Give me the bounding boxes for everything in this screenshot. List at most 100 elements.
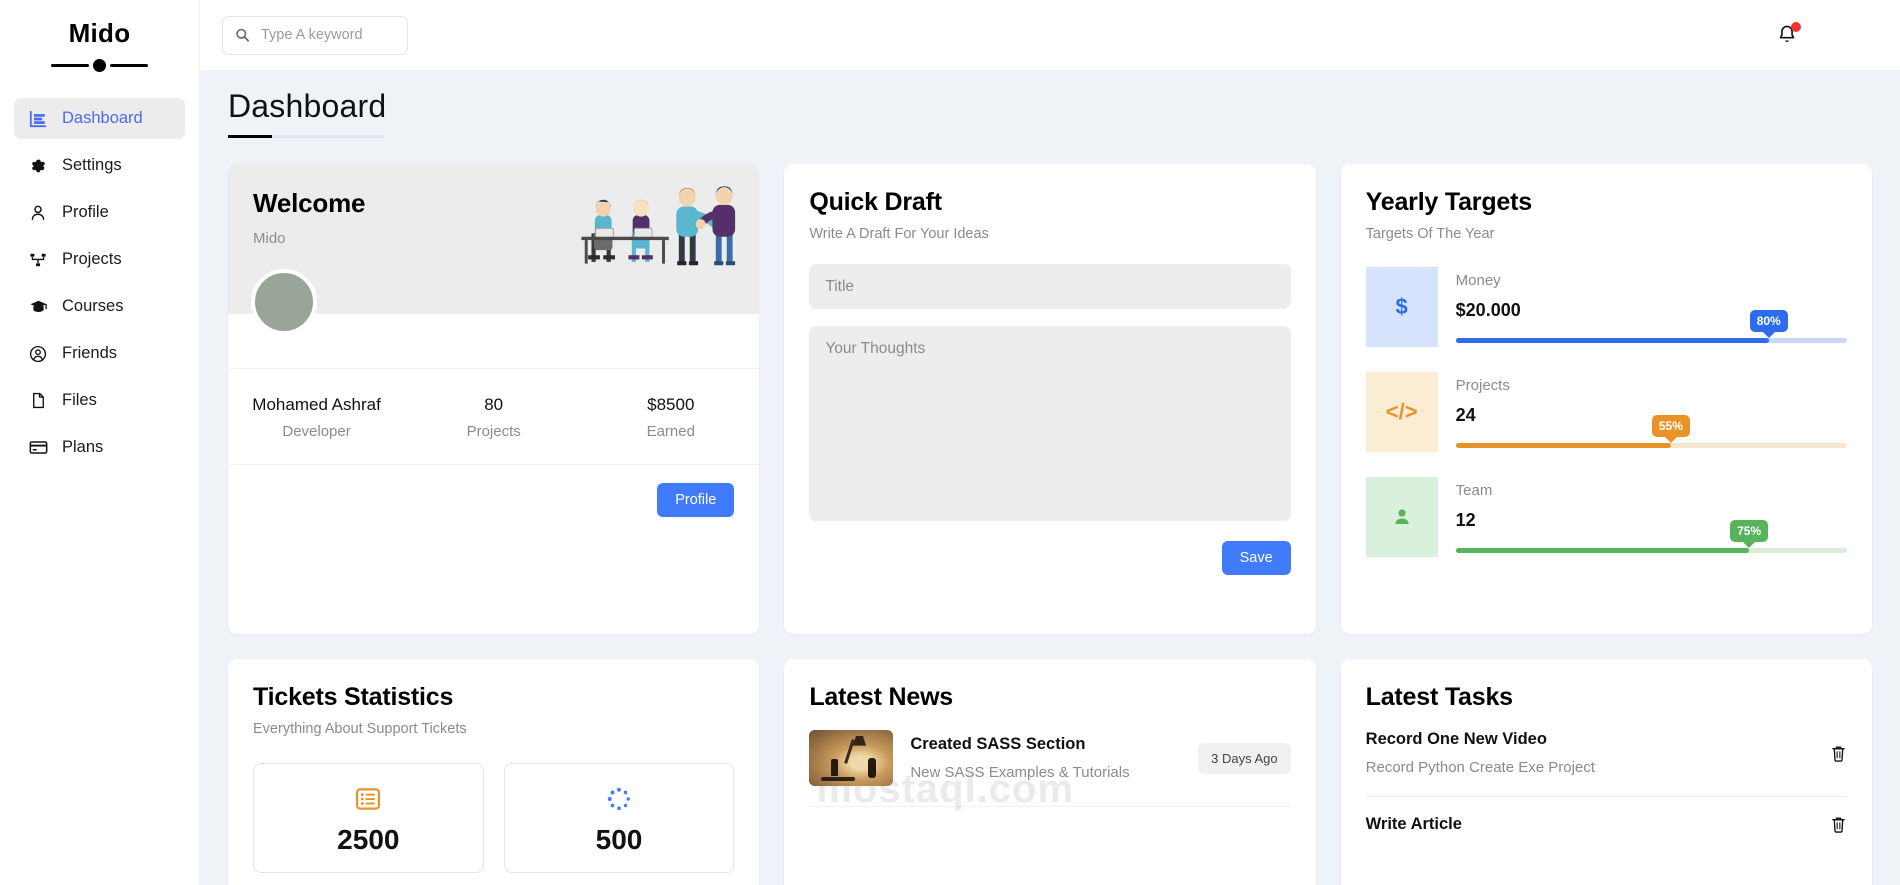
target-label: Team bbox=[1455, 481, 1493, 499]
stat-value: $8500 bbox=[647, 395, 695, 414]
ticket-stat-number: 500 bbox=[595, 824, 643, 855]
divider-dot bbox=[93, 59, 106, 72]
chart-bar-icon bbox=[28, 110, 48, 128]
target-value: $20.000 bbox=[1455, 299, 1521, 320]
sidebar-item-projects[interactable]: Projects bbox=[14, 239, 185, 280]
trash-icon[interactable] bbox=[1830, 744, 1847, 763]
ticket-stat-box: 2500 bbox=[253, 763, 484, 873]
sidebar-item-plans[interactable]: Plans bbox=[14, 427, 185, 468]
topbar bbox=[200, 0, 1900, 70]
welcome-stat: 80 Projects bbox=[405, 395, 582, 440]
dashboard-grid: Welcome Mido Mohamed Ashraf Developer 80… bbox=[228, 164, 1872, 885]
credit-card-icon bbox=[28, 438, 48, 457]
welcome-stat: Mohamed Ashraf Developer bbox=[228, 395, 405, 440]
quick-draft-title: Quick Draft bbox=[809, 188, 942, 216]
quick-draft-footer: Save bbox=[809, 541, 1291, 575]
progress-badge: 80% bbox=[1749, 309, 1788, 332]
target-row-money: $ Money $20.000 80% bbox=[1365, 267, 1847, 347]
avatar[interactable] bbox=[1832, 15, 1872, 55]
divider-line-right bbox=[110, 64, 148, 67]
gear-icon bbox=[28, 157, 48, 175]
task-subtitle: Record Python Create Exe Project bbox=[1365, 759, 1595, 776]
sidebar-item-label: Settings bbox=[62, 156, 122, 174]
task-item: Record One New Video Record Python Creat… bbox=[1365, 712, 1847, 797]
trash-icon[interactable] bbox=[1830, 815, 1847, 834]
progress-badge: 55% bbox=[1651, 414, 1690, 437]
page-title-underline bbox=[228, 135, 1872, 138]
search-input[interactable] bbox=[222, 15, 408, 55]
task-text: Write Article bbox=[1366, 815, 1830, 834]
welcome-stats: Mohamed Ashraf Developer 80 Projects $85… bbox=[228, 368, 760, 464]
latest-tasks-title: Latest Tasks bbox=[1365, 683, 1513, 711]
profile-button[interactable]: Profile bbox=[657, 483, 735, 517]
ticket-stat-box: 500 bbox=[503, 763, 735, 873]
underline-light bbox=[272, 135, 384, 138]
list-icon bbox=[264, 786, 473, 812]
dollar-icon: $ bbox=[1365, 267, 1438, 347]
main-area: Dashboard Welcome Mido bbox=[200, 0, 1900, 885]
task-title: Write Article bbox=[1365, 815, 1462, 833]
tickets-boxes: 2500 500 bbox=[253, 763, 735, 873]
content-area: Dashboard Welcome Mido Mohamed Ashraf De… bbox=[200, 70, 1900, 885]
yearly-targets-subtitle: Targets Of The Year bbox=[1365, 226, 1495, 242]
sidebar-item-label: Friends bbox=[62, 344, 118, 362]
target-body: Team 12 75% bbox=[1455, 477, 1847, 557]
sidebar-item-courses[interactable]: Courses bbox=[14, 286, 185, 327]
page-title: Dashboard bbox=[228, 88, 387, 124]
target-body: Projects 24 55% bbox=[1455, 372, 1847, 452]
target-progress-bar: 55% bbox=[1455, 414, 1847, 448]
stat-value: Mohamed Ashraf bbox=[252, 395, 381, 414]
sidebar-item-label: Profile bbox=[62, 203, 109, 221]
news-text: Created SASS Section New SASS Examples &… bbox=[910, 735, 1181, 781]
graduation-cap-icon bbox=[28, 297, 48, 316]
welcome-stat: $8500 Earned bbox=[582, 395, 759, 440]
progress-badge: 75% bbox=[1730, 519, 1769, 542]
news-subtitle: New SASS Examples & Tutorials bbox=[910, 764, 1130, 781]
brand-divider bbox=[0, 59, 199, 72]
quick-draft-subtitle: Write A Draft For Your Ideas bbox=[809, 226, 989, 242]
progress-fill bbox=[1455, 442, 1671, 448]
target-row-team: Team 12 75% bbox=[1365, 477, 1847, 557]
stat-value: 80 bbox=[484, 395, 504, 414]
sidebar-nav: Dashboard Settings Profile Projects Cour bbox=[0, 98, 199, 468]
stat-label: Developer bbox=[282, 423, 351, 440]
sidebar-item-profile[interactable]: Profile bbox=[14, 192, 185, 233]
latest-tasks-card: Latest Tasks Record One New Video Record… bbox=[1340, 659, 1872, 885]
topbar-right bbox=[1776, 15, 1872, 55]
news-timestamp: 3 Days Ago bbox=[1198, 742, 1291, 774]
ticket-stat-number: 2500 bbox=[337, 824, 400, 855]
welcome-avatar bbox=[251, 269, 317, 335]
news-item[interactable]: Created SASS Section New SASS Examples &… bbox=[809, 712, 1291, 807]
draft-body-textarea[interactable] bbox=[809, 326, 1291, 521]
sidebar-item-label: Plans bbox=[62, 438, 104, 456]
team-collaboration-illustration bbox=[573, 180, 741, 280]
yearly-targets-card: Yearly Targets Targets Of The Year $ Mon… bbox=[1340, 164, 1872, 634]
target-row-projects: </> Projects 24 55% bbox=[1365, 372, 1847, 452]
user-icon bbox=[28, 204, 48, 222]
draft-title-input[interactable] bbox=[809, 264, 1291, 309]
search-container bbox=[222, 15, 408, 55]
notification-badge bbox=[1791, 22, 1801, 32]
sidebar-item-settings[interactable]: Settings bbox=[14, 145, 185, 186]
sidebar-item-label: Files bbox=[62, 391, 97, 409]
sidebar-item-label: Dashboard bbox=[62, 109, 143, 127]
sidebar-item-label: Courses bbox=[62, 297, 124, 315]
task-item: Write Article bbox=[1366, 797, 1847, 854]
news-title: Created SASS Section bbox=[910, 735, 1086, 753]
divider-line-left bbox=[51, 64, 89, 67]
task-title: Record One New Video bbox=[1365, 730, 1547, 748]
progress-fill bbox=[1455, 337, 1769, 343]
target-progress-bar: 75% bbox=[1455, 519, 1847, 553]
save-button[interactable]: Save bbox=[1221, 541, 1291, 575]
welcome-footer: Profile bbox=[228, 464, 760, 535]
target-label: Projects bbox=[1455, 376, 1510, 394]
sidebar-item-files[interactable]: Files bbox=[14, 380, 185, 421]
person-icon bbox=[1365, 477, 1438, 557]
tickets-subtitle: Everything About Support Tickets bbox=[253, 721, 467, 737]
tickets-statistics-card: Tickets Statistics Everything About Supp… bbox=[228, 659, 760, 885]
sidebar-item-friends[interactable]: Friends bbox=[14, 333, 185, 374]
sidebar-item-dashboard[interactable]: Dashboard bbox=[14, 98, 185, 139]
task-text: Record One New Video Record Python Creat… bbox=[1366, 730, 1830, 776]
target-body: Money $20.000 80% bbox=[1455, 267, 1847, 347]
notifications-button[interactable] bbox=[1776, 22, 1801, 46]
